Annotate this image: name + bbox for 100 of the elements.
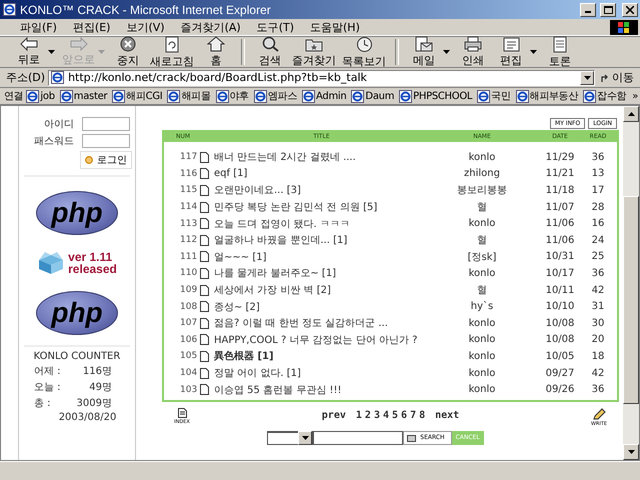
menu-item[interactable]: 즐겨찾기(A) bbox=[172, 20, 249, 34]
menu-item[interactable]: 파일(F) bbox=[12, 20, 65, 34]
post-title-link[interactable]: 얼~~~ [1] bbox=[214, 250, 427, 264]
link-button[interactable]: 해피몰 bbox=[165, 89, 213, 103]
read-count: 13 bbox=[590, 168, 606, 180]
toolbar-button[interactable]: 검색 bbox=[251, 36, 289, 68]
document-icon bbox=[200, 168, 209, 180]
page-icon bbox=[516, 90, 529, 102]
menu-item[interactable]: 편집(E) bbox=[64, 20, 118, 34]
page-link[interactable]: 6 bbox=[401, 410, 408, 421]
caret-icon[interactable] bbox=[48, 50, 55, 54]
post-title-link[interactable]: HAPPY,COOL ? 너무 감정없는 단어 아닌가 ? bbox=[214, 332, 427, 347]
post-title-link[interactable]: 오늘 드뎌 접영이 됐다. ㅋㅋㅋ bbox=[214, 216, 427, 231]
link-button[interactable]: 국민 bbox=[475, 89, 513, 103]
toolbar-button[interactable]: 홈 bbox=[197, 36, 235, 68]
search-field[interactable] bbox=[313, 430, 404, 445]
scrollbar[interactable] bbox=[623, 106, 639, 460]
link-button[interactable]: Admin bbox=[300, 90, 348, 102]
post-title-link[interactable]: 젊음? 이럴 때 한번 정도 실감하더군 ... bbox=[214, 316, 427, 330]
author-name: konlo bbox=[468, 350, 496, 362]
page-link[interactable]: 4 bbox=[382, 410, 389, 421]
page-link[interactable]: 1 bbox=[356, 410, 362, 421]
search-category-select[interactable] bbox=[267, 430, 314, 445]
menu-item[interactable]: 보기(V) bbox=[118, 20, 173, 34]
link-button[interactable]: master bbox=[58, 90, 110, 102]
caret-icon[interactable] bbox=[302, 436, 309, 440]
post-title-link[interactable]: 異色根器 [1] bbox=[214, 349, 427, 364]
counter-date: 2003/08/20 bbox=[58, 412, 116, 423]
post-number: 108 bbox=[180, 302, 198, 312]
caret-icon[interactable] bbox=[628, 112, 634, 116]
caret-icon[interactable] bbox=[628, 450, 634, 454]
read-count: 42 bbox=[590, 284, 606, 296]
php-logo: php bbox=[36, 291, 118, 335]
close-button[interactable] bbox=[622, 2, 638, 16]
document-icon bbox=[200, 368, 209, 379]
post-title-link[interactable]: eqf [1] bbox=[214, 168, 427, 180]
id-field[interactable] bbox=[82, 117, 130, 131]
toolbar-button[interactable]: 뒤로 bbox=[10, 37, 48, 67]
link-button[interactable]: 해피부동산 bbox=[514, 89, 580, 103]
post-number: 105 bbox=[180, 351, 198, 362]
go-button[interactable]: 이동 bbox=[598, 70, 636, 85]
post-title-link[interactable]: 오랜만이네요... [3] bbox=[214, 183, 427, 198]
link-button[interactable]: 야후 bbox=[214, 89, 251, 103]
link-button[interactable]: 잡수함 bbox=[581, 89, 628, 103]
toolbar-button[interactable]: 토론 bbox=[541, 36, 579, 68]
post-title-link[interactable]: 배너 만드는데 2시간 걸렸네 .... bbox=[214, 150, 427, 164]
post-title-link[interactable]: 얼굴하나 바꿨을 뿐인데... [1] bbox=[214, 233, 427, 248]
counter-label: 총 : bbox=[34, 397, 52, 410]
php-logo: php bbox=[36, 191, 118, 235]
post-title-link[interactable]: 종성~ [2] bbox=[214, 300, 427, 314]
toolbar-button[interactable]: 중지 bbox=[109, 36, 147, 68]
document-icon bbox=[200, 184, 209, 196]
post-title-link[interactable]: 이승엽 55 홈런볼 무관심 !!! bbox=[214, 382, 427, 397]
toolbar-button[interactable]: 편집 bbox=[492, 36, 530, 68]
page-link[interactable]: 8 bbox=[419, 410, 426, 421]
author-name: hy`s bbox=[470, 301, 494, 312]
post-title-link[interactable]: 민주당 복당 논란 김민석 전 의원 [5] bbox=[214, 200, 427, 214]
caret-icon[interactable] bbox=[584, 76, 590, 80]
link-button[interactable]: job bbox=[24, 90, 57, 102]
maximize-button[interactable] bbox=[600, 2, 616, 16]
document-icon bbox=[200, 202, 209, 213]
read-count: 20 bbox=[590, 334, 606, 346]
menu-item[interactable]: 도구(T) bbox=[248, 20, 302, 34]
link-button[interactable]: Daum bbox=[349, 90, 396, 102]
toolbar-button[interactable]: 목록보기 bbox=[339, 36, 389, 68]
author-name: konlo bbox=[468, 268, 496, 279]
password-field[interactable] bbox=[82, 134, 130, 148]
toolbar-button[interactable]: 메일 bbox=[405, 36, 443, 68]
link-button[interactable]: PHPSCHOOL bbox=[397, 90, 474, 102]
toolbar-button[interactable]: 새로고침 bbox=[147, 36, 197, 68]
prev-link[interactable]: prev bbox=[322, 410, 346, 421]
post-date: 10/17 bbox=[544, 268, 576, 279]
next-link[interactable]: next bbox=[435, 410, 460, 421]
more-links-button[interactable]: » bbox=[632, 90, 638, 102]
author-name: konlo bbox=[468, 334, 496, 346]
counter-value: 116명 bbox=[82, 365, 112, 378]
link-button[interactable]: 해피CGI bbox=[110, 89, 164, 103]
page-link[interactable]: 5 bbox=[392, 410, 398, 421]
read-count: 18 bbox=[590, 350, 606, 362]
document-icon bbox=[200, 301, 209, 312]
caret-icon[interactable] bbox=[530, 50, 537, 54]
caret-icon[interactable] bbox=[443, 50, 450, 54]
page-link[interactable]: 3 bbox=[374, 410, 380, 421]
toolbar-button[interactable]: 인쇄 bbox=[454, 36, 492, 68]
post-title-link[interactable]: 세상에서 가장 비싼 벽 [2] bbox=[214, 283, 427, 298]
login-button[interactable]: 로그인 bbox=[80, 151, 132, 169]
author-name: 봉보리봉봉 bbox=[456, 184, 508, 198]
page-link[interactable]: 2 bbox=[364, 410, 371, 421]
post-number: 104 bbox=[180, 368, 198, 378]
post-number: 115 bbox=[180, 185, 198, 196]
windows-flag-icon bbox=[610, 20, 638, 34]
page-icon bbox=[477, 90, 490, 102]
post-title-link[interactable]: 정말 어이 없다. [1] bbox=[214, 366, 427, 380]
post-title-link[interactable]: 나를 물게라 불러주오~ [1] bbox=[214, 266, 427, 280]
toolbar-button[interactable]: 즐겨찾기 bbox=[289, 36, 339, 68]
address-field[interactable]: http://konlo.net/crack/board/BoardList.php?tb=kb_talk bbox=[48, 70, 595, 86]
page-link[interactable]: 7 bbox=[410, 410, 416, 421]
menu-item[interactable]: 도움말(H) bbox=[302, 20, 368, 34]
link-button[interactable]: 엠파스 bbox=[252, 89, 300, 103]
minimize-button[interactable] bbox=[580, 2, 596, 16]
